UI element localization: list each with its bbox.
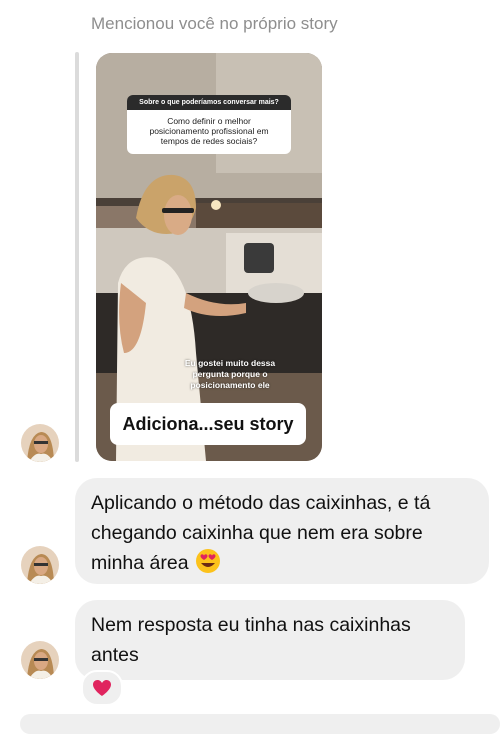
avatar[interactable]	[21, 641, 59, 679]
reply-quote-bar	[75, 52, 79, 462]
question-sticker: Sobre o que poderíamos conversar mais? C…	[127, 95, 291, 154]
message-reaction[interactable]	[81, 670, 123, 706]
red-heart-icon	[93, 680, 111, 696]
message-text: Aplicando o método das caixinhas, e tá c…	[91, 492, 431, 574]
story-caption: Eu gostei muito dessa pergunta porque o …	[184, 358, 276, 390]
message-bubble[interactable]: Aplicando o método das caixinhas, e tá c…	[75, 478, 489, 584]
shared-story-card[interactable]: Sobre o que poderíamos conversar mais? C…	[96, 53, 322, 461]
avatar[interactable]	[21, 546, 59, 584]
message-bubble-partial	[20, 714, 500, 734]
story-mention-label: Mencionou você no próprio story	[91, 14, 338, 33]
avatar[interactable]	[21, 424, 59, 462]
heart-eyes-emoji-icon	[195, 548, 221, 583]
message-text: Nem resposta eu tinha nas caixinhas ante…	[91, 614, 411, 666]
add-to-story-button[interactable]: Adiciona...seu story	[110, 403, 306, 445]
avatar-photo	[21, 424, 59, 462]
avatar-photo	[21, 546, 59, 584]
message-bubble[interactable]: Nem resposta eu tinha nas caixinhas ante…	[75, 600, 465, 680]
question-sticker-text: Como definir o melhor posicionamento pro…	[127, 110, 291, 154]
question-sticker-title: Sobre o que poderíamos conversar mais?	[127, 95, 291, 110]
avatar-photo	[21, 641, 59, 679]
